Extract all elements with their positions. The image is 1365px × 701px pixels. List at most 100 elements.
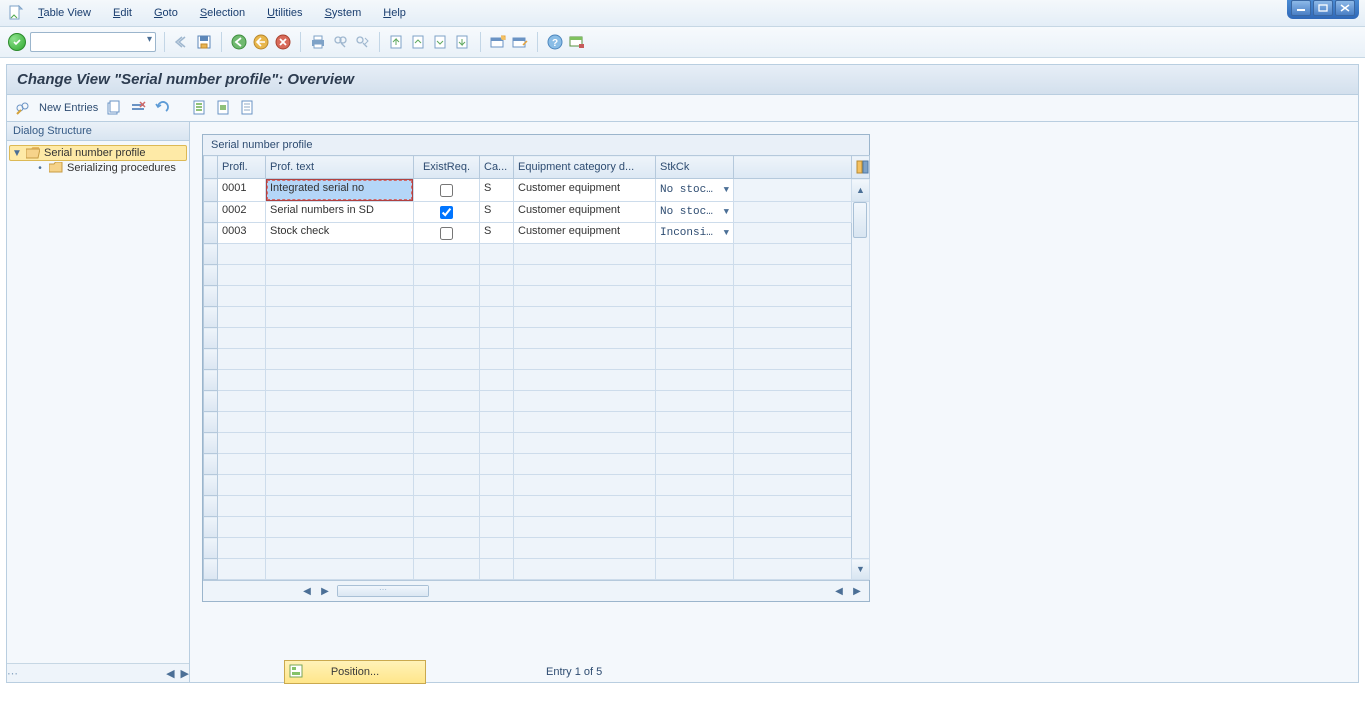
row-selector[interactable]	[204, 517, 218, 538]
prev-page-nav-icon[interactable]	[410, 33, 428, 51]
cell-stkck[interactable]: No stoc…▼	[656, 206, 733, 218]
table-row[interactable]	[204, 391, 870, 412]
menu-selection[interactable]: Selection	[200, 7, 245, 19]
enter-icon[interactable]	[8, 33, 26, 51]
row-selector[interactable]	[204, 286, 218, 307]
shortcut-icon[interactable]	[511, 33, 529, 51]
collapse-icon[interactable]: ▼	[12, 148, 22, 159]
tree-node-serializing-procedures[interactable]: • Serializing procedures	[9, 161, 187, 175]
select-all-icon[interactable]	[192, 100, 208, 116]
row-selector[interactable]	[204, 265, 218, 286]
dropdown-icon[interactable]: ▼	[724, 185, 729, 195]
cell-eqcat[interactable]: Customer equipment	[514, 202, 655, 222]
cell-proftext[interactable]: Stock check	[266, 223, 413, 243]
row-selector[interactable]	[204, 223, 218, 244]
hscroll-left2-icon[interactable]: ◀	[833, 585, 845, 597]
table-row[interactable]: 0002 Serial numbers in SD S Customer equ…	[204, 202, 870, 223]
dropdown-icon[interactable]: ▼	[724, 228, 729, 238]
scroll-down-icon[interactable]: ▼	[852, 559, 869, 579]
menu-help[interactable]: Help	[383, 7, 406, 19]
cell-cat[interactable]: S	[480, 180, 513, 200]
save-icon[interactable]	[195, 33, 213, 51]
vscroll-thumb[interactable]	[853, 202, 867, 238]
cell-stkck[interactable]: Inconsi…▼	[656, 227, 733, 239]
cell-profl[interactable]: 0002	[218, 202, 265, 222]
table-row[interactable]	[204, 517, 870, 538]
table-row[interactable]	[204, 370, 870, 391]
table-row[interactable]: ▼	[204, 559, 870, 580]
col-proftext[interactable]: Prof. text	[266, 156, 414, 179]
row-selector[interactable]	[204, 496, 218, 517]
col-profl[interactable]: Profl.	[218, 156, 266, 179]
row-selector[interactable]	[204, 179, 218, 202]
table-row[interactable]: 0003 Stock check S Customer equipment In…	[204, 223, 870, 244]
cell-proftext-selected[interactable]: Integrated serial no	[267, 180, 412, 200]
select-block-icon[interactable]	[216, 100, 232, 116]
row-selector[interactable]	[204, 370, 218, 391]
dropdown-icon[interactable]: ▼	[724, 207, 729, 217]
table-row[interactable]	[204, 286, 870, 307]
col-eqcat[interactable]: Equipment category d...	[514, 156, 656, 179]
undo-icon[interactable]	[154, 100, 170, 116]
new-entries-button[interactable]: New Entries	[39, 102, 98, 114]
col-existreq[interactable]: ExistReq.	[414, 156, 480, 179]
hscroll-left-icon[interactable]: ◀	[301, 585, 313, 597]
change-display-icon[interactable]	[15, 100, 31, 116]
command-field[interactable]	[30, 32, 156, 52]
menu-edit[interactable]: Edit	[113, 7, 132, 19]
tree-scroll-right-icon[interactable]: ▶	[181, 667, 189, 680]
menu-system[interactable]: System	[325, 7, 362, 19]
row-selector-header[interactable]	[204, 156, 218, 179]
table-row[interactable]	[204, 454, 870, 475]
exit-icon[interactable]	[252, 33, 270, 51]
first-page-icon[interactable]	[173, 33, 191, 51]
cell-stkck[interactable]: No stoc…▼	[656, 184, 733, 196]
table-row[interactable]	[204, 349, 870, 370]
back-icon[interactable]	[230, 33, 248, 51]
row-selector[interactable]	[204, 475, 218, 496]
table-row[interactable]	[204, 244, 870, 265]
menu-goto[interactable]: Goto	[154, 7, 178, 19]
first-page-nav-icon[interactable]	[388, 33, 406, 51]
col-stkck[interactable]: StkCk	[656, 156, 734, 179]
last-page-nav-icon[interactable]	[454, 33, 472, 51]
row-selector[interactable]	[204, 349, 218, 370]
session-menu-icon[interactable]	[8, 5, 24, 21]
hscroll-track[interactable]: ⋯	[337, 585, 429, 597]
row-selector[interactable]	[204, 391, 218, 412]
row-selector[interactable]	[204, 244, 218, 265]
table-row[interactable]	[204, 307, 870, 328]
cell-cat[interactable]: S	[480, 223, 513, 243]
hscroll-right2-icon[interactable]: ▶	[851, 585, 863, 597]
table-row[interactable]	[204, 265, 870, 286]
scroll-up-icon[interactable]: ▲	[852, 179, 869, 201]
row-selector[interactable]	[204, 202, 218, 223]
tree-resize-handle[interactable]: ⋯	[7, 667, 18, 680]
cell-profl[interactable]: 0003	[218, 223, 265, 243]
tree-node-serial-profile[interactable]: ▼ Serial number profile	[9, 145, 187, 161]
cell-existreq[interactable]	[440, 206, 453, 219]
new-session-icon[interactable]	[489, 33, 507, 51]
col-cat[interactable]: Ca...	[480, 156, 514, 179]
table-row[interactable]: 0001 Integrated serial no S Customer equ…	[204, 179, 870, 202]
minimize-button[interactable]	[1291, 0, 1311, 16]
tree-scroll-left-icon[interactable]: ◀	[166, 667, 174, 680]
copy-as-icon[interactable]	[106, 100, 122, 116]
cell-proftext[interactable]: Serial numbers in SD	[266, 202, 413, 222]
find-icon[interactable]	[331, 33, 349, 51]
help-icon[interactable]: ?	[546, 33, 564, 51]
delete-icon[interactable]	[130, 100, 146, 116]
table-row[interactable]	[204, 475, 870, 496]
row-selector[interactable]	[204, 559, 218, 580]
menu-utilities[interactable]: Utilities	[267, 7, 302, 19]
find-next-icon[interactable]	[353, 33, 371, 51]
cell-existreq[interactable]	[440, 184, 453, 197]
print-icon[interactable]	[309, 33, 327, 51]
row-selector[interactable]	[204, 412, 218, 433]
cell-eqcat[interactable]: Customer equipment	[514, 223, 655, 243]
row-selector[interactable]	[204, 538, 218, 559]
table-row[interactable]	[204, 496, 870, 517]
table-row[interactable]	[204, 538, 870, 559]
table-row[interactable]	[204, 412, 870, 433]
hscroll-right-icon[interactable]: ▶	[319, 585, 331, 597]
